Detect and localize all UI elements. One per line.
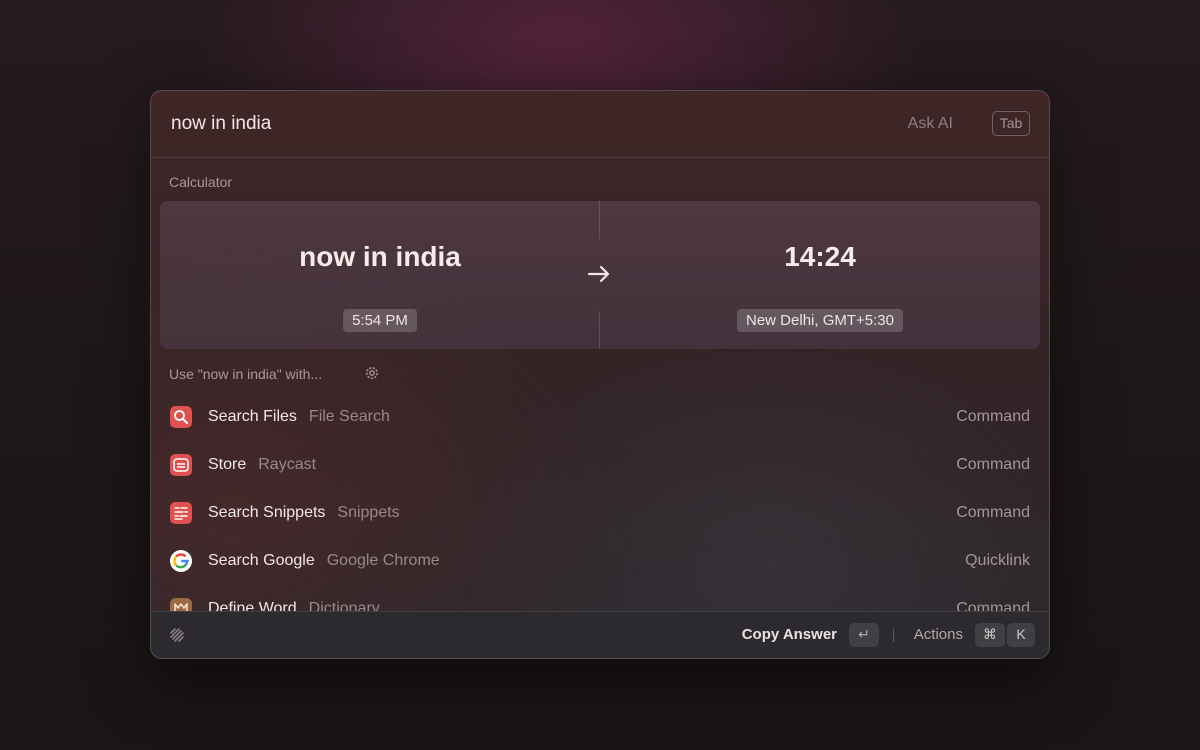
list-item-search-google[interactable]: Search Google Google Chrome Quicklink <box>151 537 1049 585</box>
fallback-section-title: Use "now in india" with... <box>169 366 323 382</box>
google-icon <box>170 550 192 572</box>
search-input[interactable] <box>171 109 871 139</box>
ask-ai-label[interactable]: Ask AI <box>908 115 953 133</box>
list-item-subtitle: File Search <box>308 408 390 425</box>
enter-key-hint: ↵ <box>849 623 879 647</box>
list-item-subtitle: Snippets <box>337 504 400 521</box>
gear-icon[interactable] <box>364 365 380 381</box>
list-item-title: Define Word Dictionary <box>208 600 380 611</box>
search-bar: Ask AI Tab <box>151 91 1049 158</box>
calculator-result-card[interactable]: now in india 5:54 PM 14:24 New Delhi, GM… <box>160 201 1040 349</box>
list-item-title: Store Raycast <box>208 456 317 473</box>
calc-output-result: 14:24 <box>784 241 856 272</box>
list-item-type: Command <box>956 408 1030 425</box>
list-item-type: Command <box>956 456 1030 473</box>
k-key-hint: K <box>1007 623 1035 647</box>
calc-input-side: now in india 5:54 PM <box>160 201 600 349</box>
footer-divider <box>893 628 894 642</box>
tab-key-hint: Tab <box>992 111 1030 136</box>
dictionary-icon <box>170 598 192 611</box>
list-item-type: Command <box>956 600 1030 611</box>
calculator-section-title: Calculator <box>169 174 233 190</box>
list-item-search-snippets[interactable]: Search Snippets Snippets Command <box>151 489 1049 537</box>
list-item-subtitle: Google Chrome <box>326 552 440 569</box>
store-icon <box>170 454 192 476</box>
list-item-title: Search Files File Search <box>208 408 390 425</box>
copy-answer-button[interactable]: Copy Answer <box>742 626 837 643</box>
list-item-subtitle: Dictionary <box>308 600 380 611</box>
list-item-title: Search Snippets Snippets <box>208 504 400 521</box>
action-bar: Copy Answer ↵ Actions ⌘ K <box>151 611 1049 658</box>
calc-output-detail: New Delhi, GMT+5:30 <box>737 309 903 332</box>
list-item-search-files[interactable]: Search Files File Search Command <box>151 393 1049 441</box>
command-key-hint: ⌘ <box>975 623 1005 647</box>
list-item-type: Command <box>956 504 1030 521</box>
list-item-subtitle: Raycast <box>258 456 317 473</box>
actions-button[interactable]: Actions <box>914 626 963 643</box>
launcher-window: Ask AI Tab Calculator now in india 5:54 … <box>150 90 1050 659</box>
calc-input-detail: 5:54 PM <box>343 309 417 332</box>
results-list: Search Files File Search Command Store Ray… <box>151 393 1049 611</box>
snippets-icon <box>170 502 192 524</box>
calc-input-expression: now in india <box>299 241 461 272</box>
list-item-define-word[interactable]: Define Word Dictionary Command <box>151 585 1049 611</box>
list-item-title: Search Google Google Chrome <box>208 552 440 569</box>
list-item-store[interactable]: Store Raycast Command <box>151 441 1049 489</box>
list-item-type: Quicklink <box>965 552 1030 569</box>
raycast-logo-icon <box>170 628 184 642</box>
search-files-icon <box>170 406 192 428</box>
calc-output-side: 14:24 New Delhi, GMT+5:30 <box>600 201 1040 349</box>
